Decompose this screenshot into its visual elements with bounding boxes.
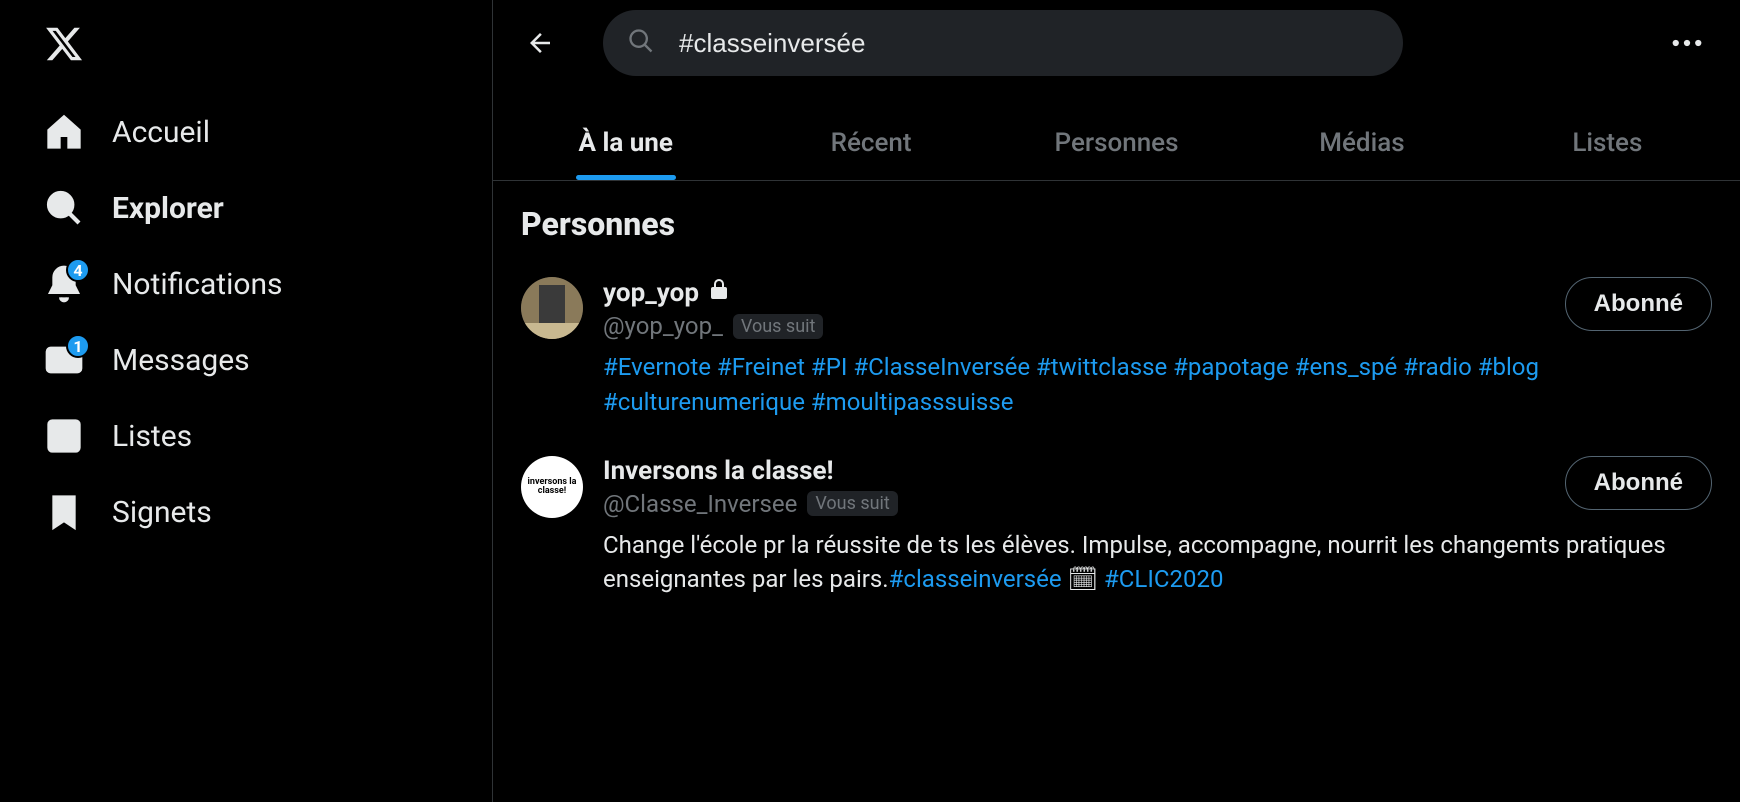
nav-label: Accueil [112, 115, 210, 150]
home-icon [44, 112, 84, 152]
hashtag-link[interactable]: #papotage [1173, 353, 1289, 381]
person-result[interactable]: yop_yop @yop_yop_ Vous suit Abonné #Ever… [493, 259, 1740, 438]
avatar[interactable]: inversons la classe! [521, 456, 583, 518]
avatar[interactable] [521, 277, 583, 339]
follows-you-badge: Vous suit [733, 314, 823, 339]
tab-top[interactable]: À la une [503, 106, 748, 180]
calendar-emoji: 🗓 [1068, 565, 1098, 593]
handle[interactable]: @Classe_Inversee [603, 490, 797, 518]
hashtag-link[interactable]: #CLIC2020 [1104, 565, 1223, 593]
nav-label: Messages [112, 343, 250, 378]
search-box[interactable] [603, 10, 1403, 76]
person-body: yop_yop @yop_yop_ Vous suit Abonné #Ever… [603, 277, 1712, 420]
nav-bookmarks[interactable]: Signets [30, 474, 492, 550]
hashtag-link[interactable]: #ClasseInversée [853, 353, 1030, 381]
section-heading: Personnes [493, 181, 1740, 259]
result-tabs: À la une Récent Personnes Médias Listes [493, 106, 1740, 181]
bio: #Evernote #Freinet #PI #ClasseInversée #… [603, 350, 1712, 420]
hashtag-link[interactable]: #culturenumerique [603, 388, 805, 416]
hashtag-link[interactable]: #radio [1403, 353, 1472, 381]
primary-nav: Accueil Explorer 4 Notifications 1 Messa… [30, 94, 492, 550]
follow-button[interactable]: Abonné [1565, 456, 1712, 510]
tab-latest[interactable]: Récent [748, 106, 993, 180]
follow-button[interactable]: Abonné [1565, 277, 1712, 331]
nav-label: Signets [112, 495, 212, 530]
nav-notifications[interactable]: 4 Notifications [30, 246, 492, 322]
hashtag-link[interactable]: #Evernote [603, 353, 711, 381]
display-name[interactable]: Inversons la classe! [603, 456, 898, 486]
notification-badge: 4 [66, 258, 90, 282]
bell-icon: 4 [44, 264, 84, 304]
search-input[interactable] [679, 28, 1379, 59]
mail-icon: 1 [44, 340, 84, 380]
hashtag-link[interactable]: #moultipasssuisse [811, 388, 1014, 416]
lock-icon [707, 277, 731, 308]
hashtag-link[interactable]: #PI [811, 353, 847, 381]
person-names: yop_yop @yop_yop_ Vous suit [603, 277, 823, 340]
handle-row: @yop_yop_ Vous suit [603, 312, 823, 340]
display-name[interactable]: yop_yop [603, 277, 823, 308]
hashtag-link[interactable]: #classeinversée [889, 565, 1062, 593]
person-header: Inversons la classe! @Classe_Inversee Vo… [603, 456, 1712, 518]
hashtag-link[interactable]: #Freinet [717, 353, 805, 381]
messages-badge: 1 [66, 334, 90, 358]
tab-people[interactable]: Personnes [994, 106, 1239, 180]
search-icon [44, 188, 84, 228]
bookmark-icon [44, 492, 84, 532]
nav-messages[interactable]: 1 Messages [30, 322, 492, 398]
list-icon [44, 416, 84, 456]
x-logo[interactable] [30, 10, 98, 78]
more-options-button[interactable] [1664, 20, 1710, 66]
nav-label: Notifications [112, 267, 283, 302]
person-names: Inversons la classe! @Classe_Inversee Vo… [603, 456, 898, 518]
nav-label: Listes [112, 419, 192, 454]
bio: Change l'école pr la réussite de ts les … [603, 528, 1712, 598]
follows-you-badge: Vous suit [807, 491, 897, 516]
sidebar: Accueil Explorer 4 Notifications 1 Messa… [0, 0, 493, 802]
handle-row: @Classe_Inversee Vous suit [603, 490, 898, 518]
back-button[interactable] [517, 20, 563, 66]
nav-explore[interactable]: Explorer [30, 170, 492, 246]
person-header: yop_yop @yop_yop_ Vous suit Abonné [603, 277, 1712, 340]
nav-lists[interactable]: Listes [30, 398, 492, 474]
nav-home[interactable]: Accueil [30, 94, 492, 170]
hashtag-link[interactable]: #twittclasse [1036, 353, 1167, 381]
search-header [493, 0, 1740, 86]
person-result[interactable]: inversons la classe! Inversons la classe… [493, 438, 1740, 616]
hashtag-link[interactable]: #blog [1478, 353, 1539, 381]
tab-lists[interactable]: Listes [1485, 106, 1730, 180]
person-body: Inversons la classe! @Classe_Inversee Vo… [603, 456, 1712, 598]
hashtag-link[interactable]: #ens_spé [1295, 353, 1398, 381]
main-content: À la une Récent Personnes Médias Listes … [493, 0, 1740, 802]
search-icon [627, 27, 655, 59]
handle[interactable]: @yop_yop_ [603, 312, 723, 340]
tab-media[interactable]: Médias [1239, 106, 1484, 180]
nav-label: Explorer [112, 191, 224, 226]
